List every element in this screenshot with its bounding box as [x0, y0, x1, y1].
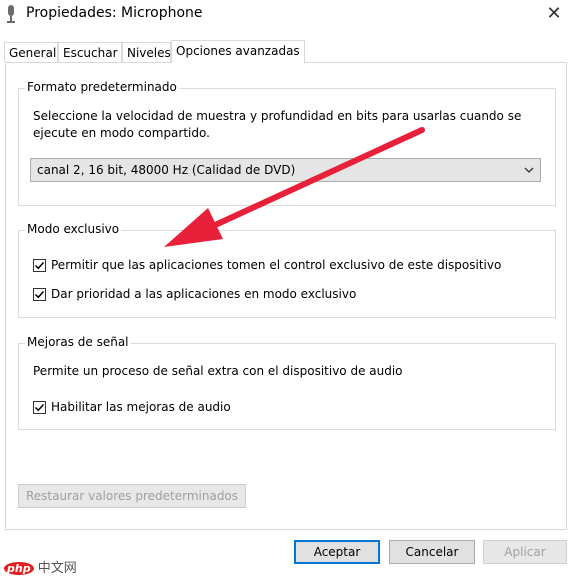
signal-enhancements-group: Mejoras de señal: [18, 335, 556, 430]
checkmark-icon: [34, 290, 45, 298]
priority-checkbox[interactable]: [33, 287, 46, 301]
enable-enhancements-label: Habilitar las mejoras de audio: [51, 400, 231, 414]
priority-checkbox-row[interactable]: Dar prioridad a las aplicaciones en modo…: [33, 287, 356, 301]
default-format-legend: Formato predeterminado: [25, 80, 179, 94]
allow-exclusive-label: Permitir que las aplicaciones tomen el c…: [51, 258, 502, 272]
signal-enhancements-legend: Mejoras de señal: [25, 335, 131, 349]
chevron-down-icon: [523, 164, 535, 176]
exclusive-mode-group: Modo exclusivo: [18, 222, 556, 318]
default-format-select[interactable]: canal 2, 16 bit, 48000 Hz (Calidad de DV…: [30, 158, 541, 182]
default-format-selected-value: canal 2, 16 bit, 48000 Hz (Calidad de DV…: [37, 163, 296, 177]
enable-enhancements-checkbox[interactable]: [33, 400, 46, 414]
priority-label: Dar prioridad a las aplicaciones en modo…: [51, 287, 357, 301]
allow-exclusive-checkbox-row[interactable]: Permitir que las aplicaciones tomen el c…: [33, 258, 501, 272]
watermark-badge: php: [4, 562, 34, 575]
tab-general[interactable]: General: [4, 42, 58, 62]
cancel-button[interactable]: Cancelar: [389, 540, 475, 564]
default-format-group: Formato predeterminado: [18, 80, 556, 206]
watermark-text: 中文网: [37, 561, 77, 576]
tab-opciones-avanzadas[interactable]: Opciones avanzadas: [171, 40, 305, 63]
checkmark-icon: [34, 403, 45, 411]
tab-escuchar[interactable]: Escuchar: [58, 42, 122, 62]
accept-button[interactable]: Aceptar: [294, 540, 380, 564]
tab-niveles[interactable]: Niveles: [122, 42, 171, 62]
restore-defaults-button[interactable]: Restaurar valores predeterminados: [18, 484, 246, 508]
allow-exclusive-checkbox[interactable]: [33, 258, 46, 272]
checkmark-icon: [34, 261, 45, 269]
microphone-icon: [6, 5, 16, 23]
title-bar: Propiedades: Microphone ✕: [0, 0, 571, 28]
exclusive-mode-legend: Modo exclusivo: [25, 222, 122, 236]
window-title: Propiedades: Microphone: [26, 5, 203, 21]
watermark: php 中文网: [4, 557, 77, 576]
enable-enhancements-checkbox-row[interactable]: Habilitar las mejoras de audio: [33, 400, 231, 414]
apply-button[interactable]: Aplicar: [483, 540, 567, 564]
signal-enhancements-description: Permite un proceso de señal extra con el…: [33, 364, 403, 378]
close-icon: ✕: [546, 2, 562, 24]
close-button[interactable]: ✕: [540, 2, 568, 24]
default-format-description: Seleccione la velocidad de muestra y pro…: [33, 109, 522, 140]
